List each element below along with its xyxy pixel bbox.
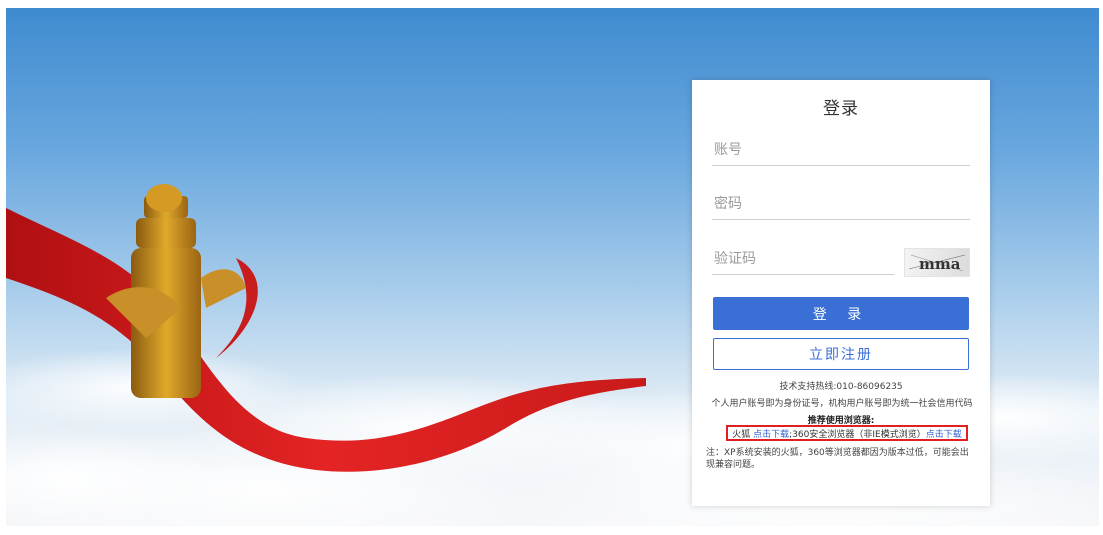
password-input[interactable]	[712, 189, 970, 220]
browser-360-label: ;360安全浏览器（非IE模式浏览）	[789, 430, 926, 440]
login-panel: 登录 mma 登 录 立即注册 技术支持热线:010-86096235 个人用户…	[692, 80, 990, 506]
xp-compatibility-note: 注：XP系统安装的火狐，360等浏览器都因为版本过低，可能会出现兼容问题。	[706, 448, 969, 470]
browser-recommendation-line: 火狐 点击下载;360安全浏览器（非IE模式浏览）点击下载	[728, 429, 966, 441]
360-download-link[interactable]: 点击下载	[926, 430, 962, 440]
account-note: 个人用户账号即为身份证号，机构用户账号即为统一社会信用代码	[711, 399, 973, 409]
captcha-graphic: mma	[908, 254, 966, 273]
captcha-image[interactable]: mma	[904, 248, 970, 277]
register-button[interactable]: 立即注册	[713, 338, 969, 370]
support-hotline: 技术支持热线:010-86096235	[779, 382, 903, 392]
account-input[interactable]	[712, 135, 970, 166]
login-title: 登录	[823, 99, 859, 119]
browser-firefox-label: 火狐	[732, 430, 751, 440]
browser-recommendation-box: 火狐 点击下载;360安全浏览器（非IE模式浏览）点击下载	[726, 425, 968, 441]
login-button[interactable]: 登 录	[713, 297, 969, 330]
firefox-download-link[interactable]: 点击下载	[753, 430, 789, 440]
captcha-input[interactable]	[712, 244, 894, 275]
captcha-text: mma	[919, 255, 961, 273]
